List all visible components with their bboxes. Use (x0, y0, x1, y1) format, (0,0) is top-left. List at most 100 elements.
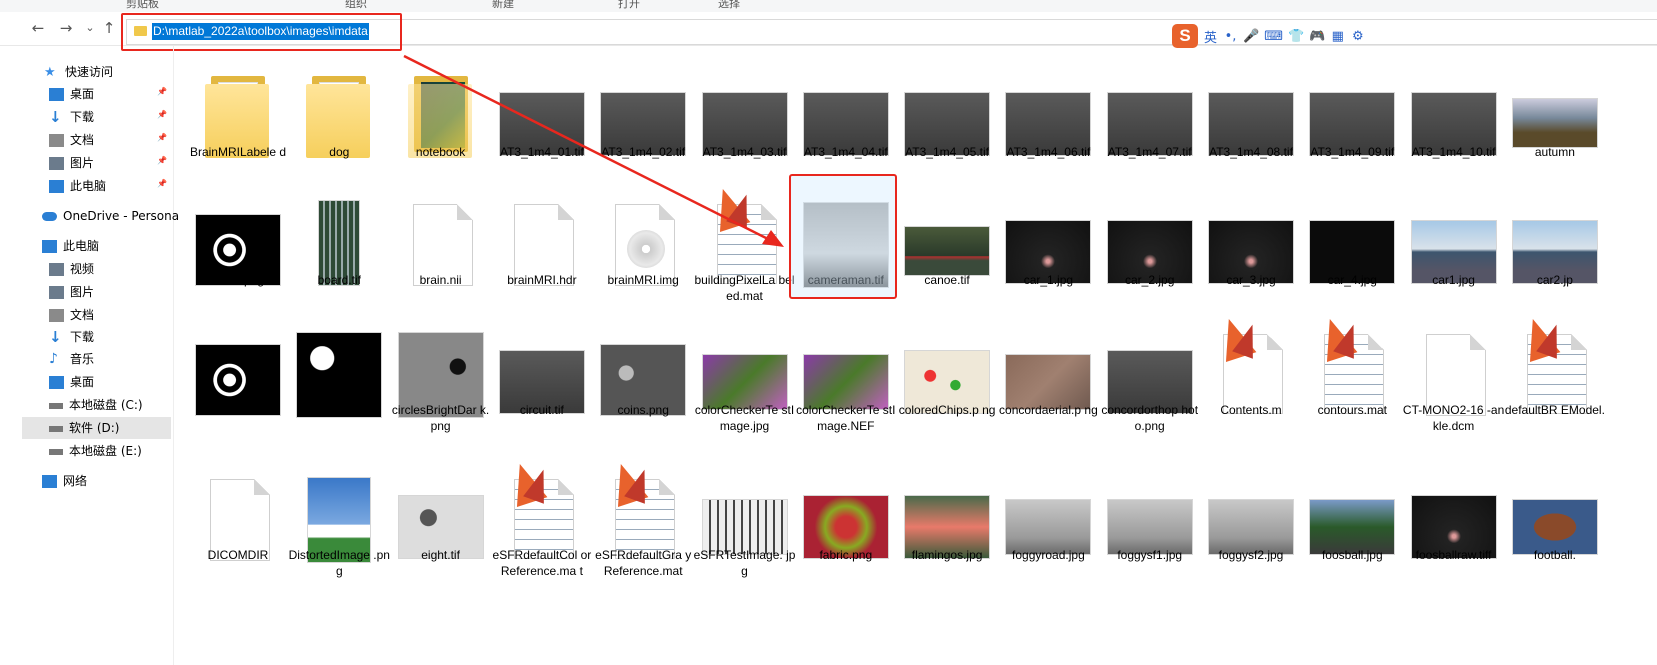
file-name: colorCheckerTe stImage.NEF (796, 403, 896, 433)
file-tile[interactable]: colorCheckerTe stImage.NEF (796, 320, 896, 460)
file-name: canoe.tif (924, 273, 970, 287)
pin-icon: 📌 (157, 156, 167, 165)
file-tile[interactable]: board.tif (289, 190, 389, 330)
file-tile[interactable]: circles.png (289, 320, 389, 460)
file-tile[interactable]: brainMRI.img (593, 190, 693, 330)
settings-icon[interactable]: ⚙ (1350, 29, 1365, 44)
back-button[interactable]: ← (28, 18, 48, 38)
desktop-icon (49, 376, 64, 389)
file-tile[interactable]: car_4.jpg (1302, 190, 1402, 330)
file-tile[interactable]: DICOMDIR (188, 465, 288, 605)
up-button[interactable]: ↑ (99, 18, 119, 38)
sidebar-item[interactable]: 本地磁盘 (C:) (49, 394, 143, 416)
sidebar-item[interactable]: 文档 (49, 129, 94, 151)
file-tile[interactable]: flamingos.jpg (897, 465, 997, 605)
file-tile[interactable]: AT3_1m4_06.tif (998, 62, 1098, 202)
image-thumbnail (1511, 98, 1598, 148)
sidebar-item[interactable]: ↓ 下载 (49, 326, 94, 348)
file-tile[interactable]: buildingPixelLa beled.mat (694, 184, 795, 330)
file-tile[interactable]: blobs.png (188, 190, 288, 330)
file-tile[interactable]: autumn (1505, 62, 1605, 202)
file-tile[interactable]: canoe.tif (897, 190, 997, 330)
file-tile[interactable]: brainMRI.hdr (492, 190, 592, 330)
file-tile[interactable]: concordaerial.p ng (998, 320, 1098, 460)
file-tile[interactable]: coins.png (593, 320, 693, 460)
file-tile[interactable]: circbw.tif (188, 320, 288, 460)
sidebar-item[interactable]: ↓ 下载 (49, 106, 94, 128)
file-tile[interactable]: foggysf1.jpg (1100, 465, 1200, 605)
file-tile[interactable]: DistortedImage .png (289, 465, 390, 605)
file-tile[interactable]: eight.tif (391, 465, 491, 605)
file-tile[interactable]: BrainMRILabele d (188, 62, 288, 202)
recent-locations-button[interactable]: ⌄ (80, 18, 100, 38)
file-tile[interactable]: AT3_1m4_03.tif (695, 62, 795, 202)
file-tile[interactable]: defaultBR EModel. (1505, 314, 1605, 460)
sidebar-item[interactable]: 网络 (42, 470, 87, 492)
file-tile[interactable]: foggysf2.jpg (1201, 465, 1301, 605)
sidebar-item[interactable]: ♪ 音乐 (49, 348, 94, 370)
file-tile[interactable]: AT3_1m4_05.tif (897, 62, 997, 202)
sidebar-item-label: OneDrive - Persona (63, 209, 180, 223)
file-tile[interactable]: AT3_1m4_01.tif (492, 62, 592, 202)
file-tile[interactable]: AT3_1m4_10.tif (1404, 62, 1504, 202)
file-tile[interactable]: eSFRdefaultGra yReference.mat (593, 459, 693, 605)
ime-punctuation-icon[interactable]: •, (1223, 29, 1238, 44)
sidebar-item[interactable]: 此电脑 (49, 175, 106, 197)
file-tile[interactable]: contours.mat (1302, 314, 1402, 460)
file-tile[interactable]: eSFRTestImage. jpg (694, 465, 795, 605)
sidebar-item[interactable]: ★ 快速访问 (44, 61, 113, 83)
file-tile[interactable]: circlesBrightDar k.png (391, 320, 491, 460)
sidebar-item[interactable]: OneDrive - Persona (42, 205, 179, 227)
file-tile[interactable]: circuit.tif (492, 320, 592, 460)
file-tile[interactable]: car2.jp (1505, 190, 1605, 330)
navigation-pane[interactable]: ★ 快速访问 桌面 📌 ↓ 下载 📌 文档 📌 图片 📌 此电脑 📌 OneDrive - Persona… (0, 46, 179, 665)
sidebar-item[interactable]: 图片 (49, 152, 94, 174)
file-tile[interactable]: colorCheckerTe stImage.jpg (695, 320, 795, 460)
file-tile[interactable]: coloredChips.p ng (897, 320, 997, 460)
sogou-logo-icon[interactable]: S (1172, 24, 1198, 48)
file-tile[interactable]: CT-MONO2-16 -ankle.dcm (1403, 320, 1504, 460)
file-tile[interactable]: foggyroad.jpg (998, 465, 1098, 605)
file-tile[interactable]: car_2.jpg (1100, 190, 1200, 330)
document-icon (49, 309, 64, 322)
file-name: fabric.png (819, 548, 873, 562)
file-tile[interactable]: football. (1505, 465, 1605, 605)
file-name: DICOMDIR (207, 548, 269, 562)
file-tile[interactable]: foosballraw.tiff (1404, 465, 1504, 605)
file-tile[interactable]: eSFRdefaultCol orReference.ma t (492, 459, 592, 605)
sidebar-item[interactable]: 此电脑 (42, 235, 99, 257)
sidebar-item[interactable]: 桌面 (49, 83, 94, 105)
apps-grid-icon[interactable]: ▦ (1330, 29, 1345, 44)
file-tile[interactable]: AT3_1m4_08.tif (1201, 62, 1301, 202)
file-tile[interactable]: notebook (391, 62, 491, 202)
file-tile[interactable]: Contents.m (1201, 314, 1301, 460)
picture-icon (49, 286, 64, 299)
file-tile[interactable]: concordorthop hoto.png (1100, 320, 1200, 460)
sidebar-item[interactable]: 桌面 (49, 371, 94, 393)
file-tile[interactable]: car1.jpg (1404, 190, 1504, 330)
file-tile[interactable]: dog (289, 62, 389, 202)
file-tile[interactable]: AT3_1m4_02.tif (593, 62, 693, 202)
sidebar-item-label: 桌面 (70, 87, 95, 101)
sidebar-item[interactable]: 视频 (49, 258, 94, 280)
file-tile[interactable]: fabric.png (796, 465, 896, 605)
sidebar-item[interactable]: 本地磁盘 (E:) (49, 440, 142, 462)
file-tile[interactable]: brain.nii (391, 190, 491, 330)
file-tile[interactable]: car_1.jpg (998, 190, 1098, 330)
file-tile[interactable]: foosball.jpg (1302, 465, 1402, 605)
skin-icon[interactable]: 👕 (1288, 29, 1304, 44)
sidebar-item[interactable]: 图片 (49, 281, 94, 303)
microphone-icon[interactable]: 🎤 (1243, 29, 1259, 44)
sidebar-item-label: 下载 (70, 330, 95, 344)
sidebar-item[interactable]: 文档 (49, 304, 94, 326)
sidebar-item[interactable]: 软件 (D:) (22, 417, 171, 439)
sidebar-item-label: 本地磁盘 (C:) (69, 398, 143, 412)
forward-button[interactable]: → (56, 18, 76, 38)
gamepad-icon[interactable]: 🎮 (1309, 29, 1325, 44)
file-tile[interactable]: AT3_1m4_09.tif (1302, 62, 1402, 202)
file-tile[interactable]: car_3.jpg (1201, 190, 1301, 330)
file-tile[interactable]: AT3_1m4_07.tif (1100, 62, 1200, 202)
keyboard-icon[interactable]: ⌨ (1264, 29, 1283, 44)
ime-language-toggle[interactable]: 英 (1203, 27, 1218, 46)
file-grid[interactable]: BrainMRILabele d dog notebook AT3_1m4_01.ti… (175, 46, 1657, 665)
